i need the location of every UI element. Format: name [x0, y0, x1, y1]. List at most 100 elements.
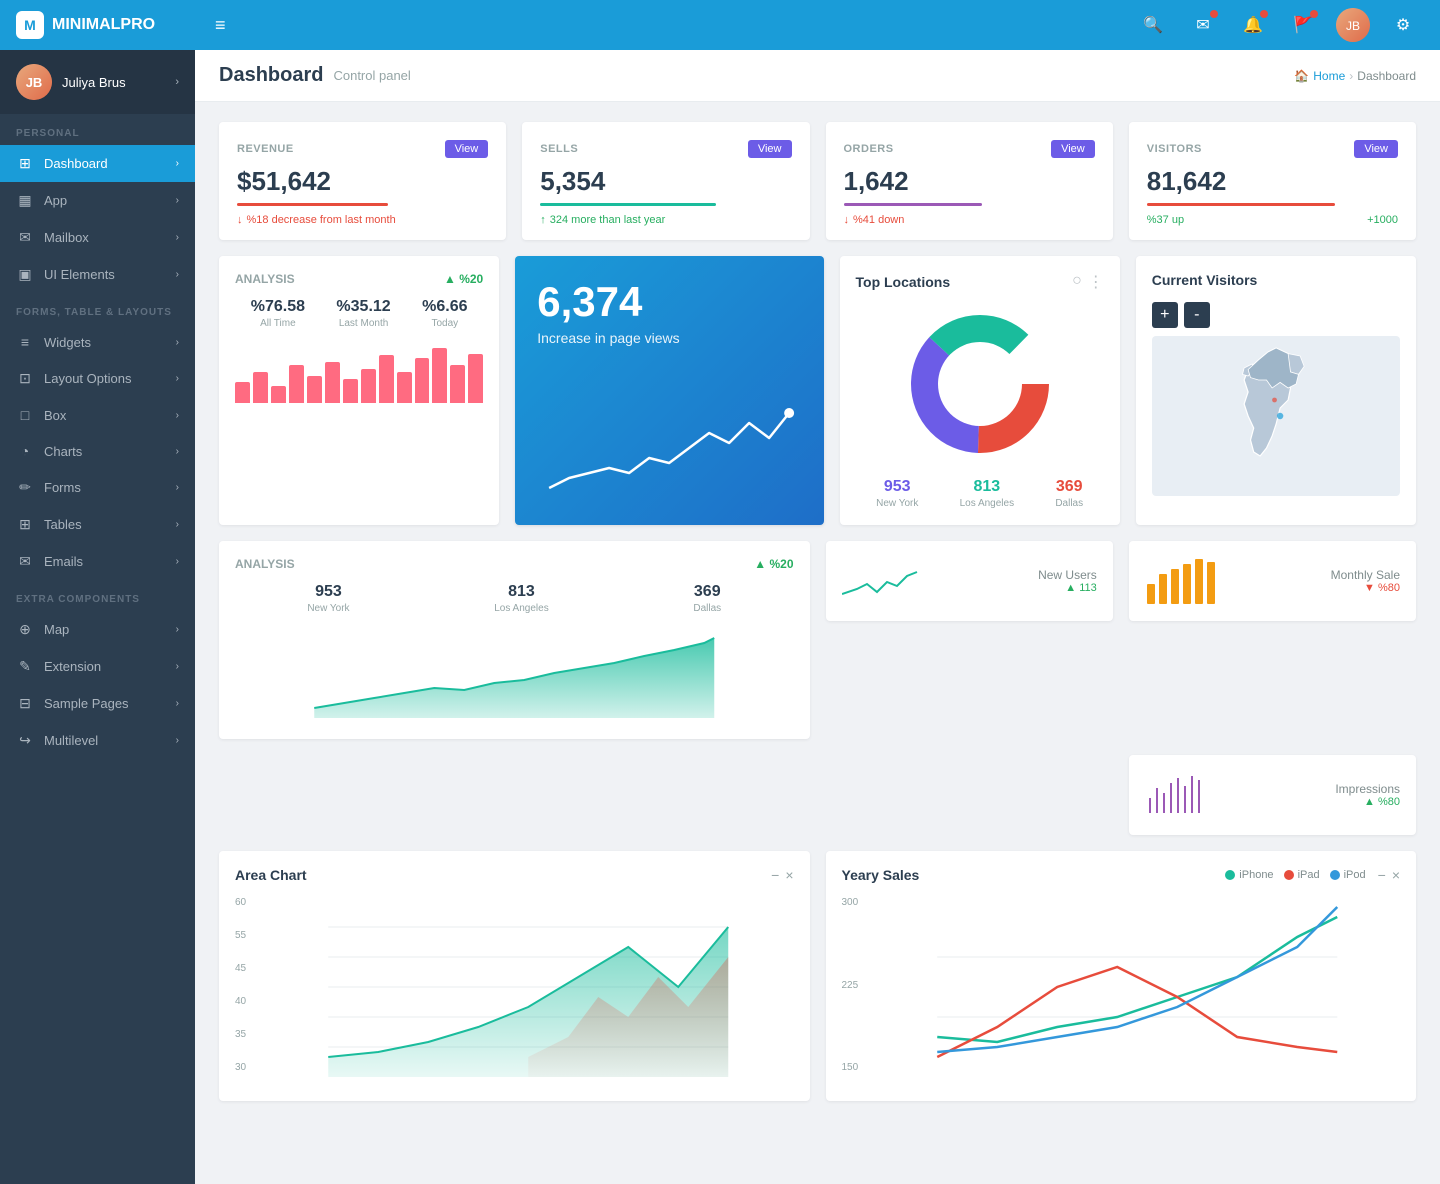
la-value: 813: [960, 478, 1015, 496]
sidebar-item-label: App: [44, 193, 67, 208]
area-close-button[interactable]: ×: [785, 867, 793, 883]
sidebar-item-emails[interactable]: ✉ Emails ›: [0, 543, 195, 580]
chevron-icon: ›: [176, 373, 179, 384]
sidebar-item-charts[interactable]: ◔ Charts ›: [0, 433, 195, 469]
locations-menu-icon[interactable]: ○: [1072, 272, 1082, 292]
chevron-icon: ›: [176, 482, 179, 493]
charts-icon: ◔: [16, 443, 34, 459]
visitors-value: 81,642: [1147, 166, 1398, 197]
map-icon: ⊕: [16, 621, 34, 638]
sells-trend: ↑ 324 more than last year: [540, 214, 791, 226]
analysis1-stat-1: %35.12 Last Month: [336, 298, 390, 329]
dashboard-icon: ⊞: [16, 155, 34, 172]
chevron-right-icon: ›: [175, 76, 179, 88]
orders-trend: ↓ %41 down: [844, 214, 1095, 226]
monthly-sale-bars: [1145, 554, 1331, 609]
new-users-trend: ▲ 113: [1038, 582, 1097, 594]
sidebar-item-layout[interactable]: ⊡ Layout Options ›: [0, 360, 195, 397]
yearly-close-button[interactable]: ×: [1392, 867, 1400, 883]
mail-button[interactable]: ✉: [1186, 8, 1220, 42]
visitors-trend: %37 up +1000: [1147, 214, 1398, 226]
bar: [415, 358, 430, 403]
uk-map: [1152, 336, 1400, 496]
tables-icon: ⊞: [16, 516, 34, 533]
orders-view-button[interactable]: View: [1051, 140, 1095, 158]
sidebar-item-label: Dashboard: [44, 156, 108, 171]
flag-icon: 🚩: [1293, 15, 1313, 35]
chevron-icon: ›: [176, 519, 179, 530]
bar: [361, 369, 376, 403]
analysis1-pct: ▲ %20: [444, 272, 483, 286]
section-label-extra: EXTRA COMPONENTS: [0, 580, 195, 611]
visitors-label: VISITORS: [1147, 143, 1202, 155]
locations-more-icon[interactable]: ⋮: [1088, 272, 1104, 292]
zoom-out-button[interactable]: -: [1184, 302, 1210, 328]
sidebar-item-ui-elements[interactable]: ▣ UI Elements ›: [0, 256, 195, 293]
legend-ipod: iPod: [1330, 869, 1366, 881]
sells-view-button[interactable]: View: [748, 140, 792, 158]
hamburger-button[interactable]: ≡: [215, 15, 226, 36]
chevron-icon: ›: [176, 195, 179, 206]
analysis1-card: ANALYSIS ▲ %20 %76.58 All Time %35.12 La…: [219, 256, 499, 525]
analysis2-stat-0: 953 New York: [307, 583, 349, 614]
analysis2-stats: 953 New York 813 Los Angeles 369 Dallas: [235, 583, 794, 614]
sidebar-item-map[interactable]: ⊕ Map ›: [0, 611, 195, 648]
yearly-chart-svg: [874, 897, 1401, 1077]
sidebar-item-sample-pages[interactable]: ⊟ Sample Pages ›: [0, 685, 195, 722]
monthly-sale-trend: ▼ %80: [1331, 582, 1400, 594]
hero-card: 6,374 Increase in page views: [515, 256, 823, 525]
sidebar-item-box[interactable]: □ Box ›: [0, 397, 195, 433]
visitors-bar: [1147, 203, 1335, 206]
sidebar-item-app[interactable]: ▦ App ›: [0, 182, 195, 219]
content-area: REVENUE View $51,642 ↓ %18 decrease from…: [195, 102, 1440, 1184]
yearly-minimize-button[interactable]: −: [1378, 867, 1386, 883]
ny-label: New York: [876, 498, 918, 509]
mail-badge: [1210, 10, 1218, 18]
hero-number: 6,374: [537, 278, 801, 326]
sidebar-item-tables[interactable]: ⊞ Tables ›: [0, 506, 195, 543]
sidebar-item-widgets[interactable]: ≡ Widgets ›: [0, 324, 195, 360]
zoom-in-button[interactable]: +: [1152, 302, 1178, 328]
sidebar-item-mailbox[interactable]: ✉ Mailbox ›: [0, 219, 195, 256]
new-users-sparkline: [842, 554, 1039, 609]
sidebar-user[interactable]: JB Juliya Brus ›: [0, 50, 195, 114]
legend-ipad: iPad: [1284, 869, 1320, 881]
revenue-view-button[interactable]: View: [445, 140, 489, 158]
sidebar-item-multilevel[interactable]: ↪ Multilevel ›: [0, 722, 195, 759]
yearly-sales-title: Yeary Sales: [842, 867, 920, 883]
dallas-value: 369: [1055, 478, 1083, 496]
bar: [397, 372, 412, 403]
area-card-actions: − ×: [771, 867, 793, 883]
svg-text:JB: JB: [26, 75, 43, 90]
flag-button[interactable]: 🚩: [1286, 8, 1320, 42]
sidebar-item-extension[interactable]: ✎ Extension ›: [0, 648, 195, 685]
trend-arrow-down-icon: ↓: [844, 214, 850, 226]
user-avatar[interactable]: JB: [1336, 8, 1370, 42]
avatar: JB: [16, 64, 52, 100]
stat-label: Los Angeles: [494, 603, 549, 614]
analysis1-stats: %76.58 All Time %35.12 Last Month %6.66 …: [235, 298, 483, 329]
flag-badge: [1310, 10, 1318, 18]
settings-button[interactable]: ⚙: [1386, 8, 1420, 42]
sidebar-item-dashboard[interactable]: ⊞ Dashboard ›: [0, 145, 195, 182]
visitors-view-button[interactable]: View: [1354, 140, 1398, 158]
legend-iphone: iPhone: [1225, 869, 1273, 881]
breadcrumb-home[interactable]: Home: [1313, 69, 1345, 83]
monthly-sale-metric: Monthly Sale ▼ %80: [1129, 541, 1416, 621]
bell-button[interactable]: 🔔: [1236, 8, 1270, 42]
sells-value: 5,354: [540, 166, 791, 197]
impressions-info: Impressions ▲ %80: [1335, 782, 1400, 808]
search-button[interactable]: 🔍: [1136, 8, 1170, 42]
locations-title: Top Locations: [856, 274, 951, 290]
analysis2-row: ANALYSIS ▲ %20 953 New York 813 Los Ange…: [219, 541, 1416, 739]
chevron-icon: ›: [176, 337, 179, 348]
monthly-sale-info: Monthly Sale ▼ %80: [1331, 568, 1400, 594]
yearly-y-axis: 300 225 150: [842, 897, 866, 1077]
hero-label: Increase in page views: [537, 330, 801, 346]
sidebar-item-forms[interactable]: ✏ Forms ›: [0, 469, 195, 506]
logo-icon: M: [16, 11, 44, 39]
layout-icon: ⊡: [16, 370, 34, 387]
stat-value: %35.12: [336, 298, 390, 316]
area-minimize-button[interactable]: −: [771, 867, 779, 883]
visitors-trend-left: %37 up: [1147, 214, 1184, 226]
